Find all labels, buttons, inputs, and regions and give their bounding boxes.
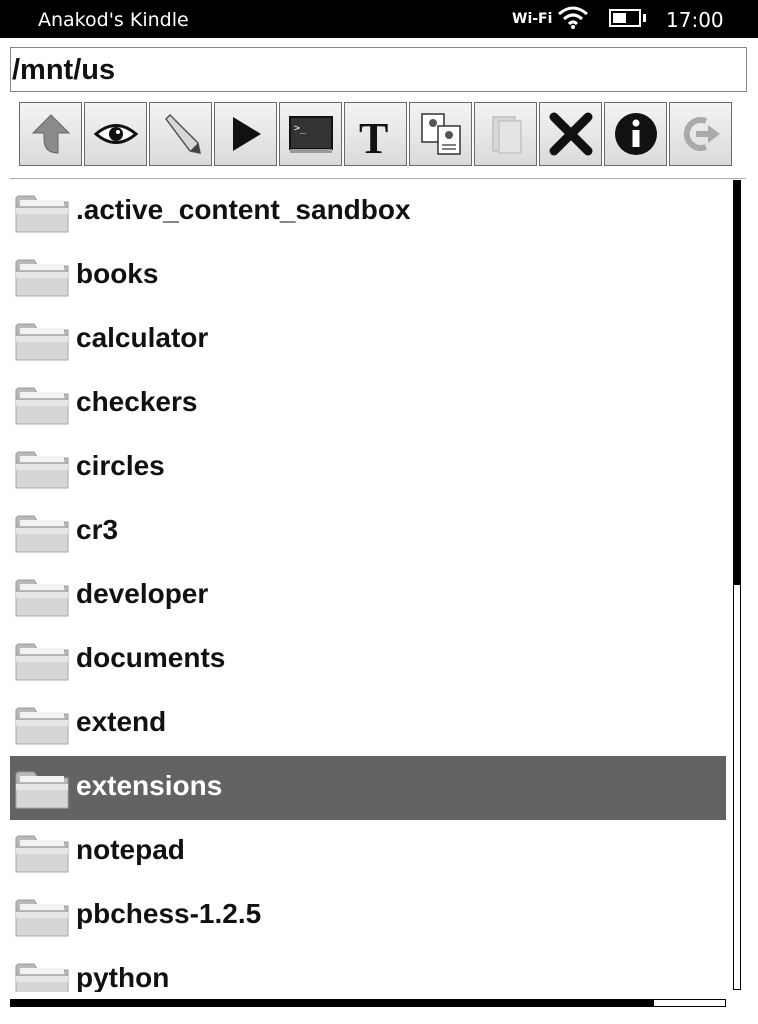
- file-row[interactable]: checkers: [10, 372, 726, 436]
- folder-icon: [14, 192, 70, 234]
- pencil-icon: [164, 113, 201, 154]
- file-name: cr3: [76, 514, 119, 545]
- folder-icon: [14, 512, 70, 554]
- rename-button[interactable]: T: [344, 102, 407, 166]
- folder-icon: [14, 640, 70, 682]
- terminal-icon: >_: [288, 116, 333, 153]
- battery-icon: [609, 9, 641, 27]
- file-list: .active_content_sandbox books calculator…: [10, 180, 726, 992]
- file-row[interactable]: pbchess-1.2.5: [10, 884, 726, 948]
- path-input[interactable]: /mnt/us: [10, 47, 747, 92]
- file-name: notepad: [76, 834, 185, 865]
- copy-button[interactable]: [409, 102, 472, 166]
- svg-text:T: T: [359, 114, 388, 157]
- folder-icon: [14, 320, 70, 362]
- info-button[interactable]: [604, 102, 667, 166]
- file-row[interactable]: extend: [10, 692, 726, 756]
- vertical-scrollbar[interactable]: [733, 180, 741, 990]
- folder-icon: [14, 576, 70, 618]
- file-row[interactable]: documents: [10, 628, 726, 692]
- exit-icon: [683, 117, 720, 151]
- file-name: calculator: [76, 322, 209, 353]
- terminal-button[interactable]: >_: [279, 102, 342, 166]
- battery-level: [613, 13, 626, 23]
- folder-icon: [14, 960, 70, 992]
- toolbar: >_ T: [19, 102, 732, 168]
- folder-icon: [14, 832, 70, 874]
- delete-icon: [549, 112, 592, 156]
- file-row[interactable]: developer: [10, 564, 726, 628]
- device-name: Anakod's Kindle: [38, 9, 189, 31]
- vertical-scrollbar-thumb[interactable]: [734, 181, 740, 585]
- paste-button: [474, 102, 537, 166]
- delete-button[interactable]: [539, 102, 602, 166]
- folder-icon: [14, 384, 70, 426]
- eye-icon: [93, 124, 138, 144]
- text-icon: T: [359, 114, 388, 157]
- file-name: extensions: [76, 770, 223, 801]
- file-name: developer: [76, 578, 209, 609]
- play-icon: [232, 117, 261, 151]
- horizontal-scrollbar[interactable]: [10, 999, 726, 1007]
- edit-button[interactable]: [149, 102, 212, 166]
- file-name: .active_content_sandbox: [76, 194, 411, 225]
- file-name: books: [76, 258, 159, 289]
- svg-text:>_: >_: [294, 123, 307, 134]
- file-row[interactable]: books: [10, 244, 726, 308]
- file-row[interactable]: calculator: [10, 308, 726, 372]
- wifi-label: Wi-Fi: [512, 11, 553, 27]
- file-row[interactable]: notepad: [10, 820, 726, 884]
- copy-icon: [420, 113, 461, 155]
- folder-icon: [14, 704, 70, 746]
- folder-icon: [14, 256, 70, 298]
- up-button[interactable]: [19, 102, 82, 166]
- file-name: circles: [76, 450, 165, 481]
- view-button[interactable]: [84, 102, 147, 166]
- paste-icon: [491, 116, 522, 154]
- file-row[interactable]: python: [10, 948, 726, 992]
- list-divider: [10, 178, 746, 179]
- exit-button: [669, 102, 732, 166]
- wifi-icon: [558, 6, 588, 29]
- folder-icon: [14, 896, 70, 938]
- horizontal-scrollbar-thumb[interactable]: [11, 1000, 654, 1006]
- file-row[interactable]: cr3: [10, 500, 726, 564]
- file-name: extend: [76, 706, 167, 737]
- file-name: documents: [76, 642, 226, 673]
- run-button[interactable]: [214, 102, 277, 166]
- up-arrow-icon: [31, 114, 70, 154]
- status-bar: Anakod's Kindle Wi-Fi 17:00: [0, 0, 758, 38]
- file-row[interactable]: extensions: [10, 756, 726, 820]
- file-row[interactable]: .active_content_sandbox: [10, 180, 726, 244]
- file-name: checkers: [76, 386, 198, 417]
- battery-tip: [643, 14, 646, 22]
- info-icon: [614, 113, 657, 155]
- clock: 17:00: [666, 8, 724, 32]
- file-name: pbchess-1.2.5: [76, 898, 262, 929]
- folder-icon: [14, 448, 70, 490]
- file-name: python: [76, 962, 170, 992]
- folder-icon: [14, 768, 70, 810]
- file-row[interactable]: circles: [10, 436, 726, 500]
